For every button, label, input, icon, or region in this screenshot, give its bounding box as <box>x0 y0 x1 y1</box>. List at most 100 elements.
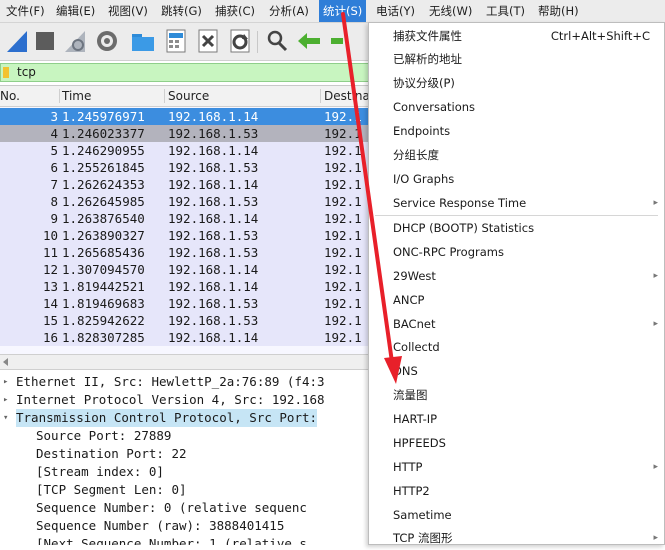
packet-list-header: No. Time Source Destina <box>0 86 372 107</box>
menu-item-tcp-stream-graphs[interactable]: TCP 流图形 ▸ <box>369 526 664 550</box>
scroll-left-icon[interactable] <box>1 356 11 368</box>
menu-view[interactable]: 视图(V) <box>104 0 152 22</box>
packet-source: 192.168.1.53 <box>168 245 259 260</box>
reload-icon[interactable] <box>227 28 253 54</box>
save-file-icon[interactable] <box>163 28 189 54</box>
packet-no: 8 <box>50 194 58 209</box>
column-header-no[interactable]: No. <box>0 86 20 106</box>
packet-row[interactable]: 5 1.246290955 192.168.1.14 192.1 <box>0 142 372 159</box>
menu-item-29west[interactable]: 29West ▸ <box>369 264 664 288</box>
bookmark-icon[interactable] <box>3 67 9 78</box>
menu-item-protocol-hierarchy[interactable]: 协议分级(P) <box>369 71 664 95</box>
packet-row[interactable]: 4 1.246023377 192.168.1.53 192.1 <box>0 125 372 142</box>
packet-time: 1.307094570 <box>62 262 145 277</box>
packet-source: 192.168.1.53 <box>168 126 259 141</box>
packet-time: 1.262645985 <box>62 194 145 209</box>
menu-wireless[interactable]: 无线(W) <box>425 0 476 22</box>
packet-row[interactable]: 12 1.307094570 192.168.1.14 192.1 <box>0 261 372 278</box>
column-header-destination[interactable]: Destina <box>324 86 370 106</box>
menu-item-dns[interactable]: DNS <box>369 359 664 383</box>
packet-destination: 192.1 <box>324 177 362 192</box>
packet-row[interactable]: 8 1.262645985 192.168.1.53 192.1 <box>0 193 372 210</box>
packet-no: 16 <box>42 330 58 345</box>
packet-row[interactable]: 13 1.819442521 192.168.1.14 192.1 <box>0 278 372 295</box>
packet-time: 1.262624353 <box>62 177 145 192</box>
packet-source: 192.168.1.14 <box>168 109 259 124</box>
menu-item-http2[interactable]: HTTP2 <box>369 479 664 503</box>
packet-time: 1.263876540 <box>62 211 145 226</box>
packet-row[interactable]: 7 1.262624353 192.168.1.14 192.1 <box>0 176 372 193</box>
packet-destination: 192.1 <box>324 211 362 226</box>
column-header-source[interactable]: Source <box>168 86 209 106</box>
column-header-time[interactable]: Time <box>62 86 91 106</box>
stop-icon[interactable] <box>32 28 58 54</box>
packet-source: 192.168.1.14 <box>168 143 259 158</box>
menu-item-packet-lengths[interactable]: 分组长度 <box>369 143 664 167</box>
menu-item-resolved-addresses[interactable]: 已解析的地址 <box>369 47 664 71</box>
menu-file[interactable]: 文件(F) <box>2 0 49 22</box>
menu-item-bacnet[interactable]: BACnet ▸ <box>369 312 664 336</box>
menu-item-capture-file-properties[interactable]: 捕获文件属性 Ctrl+Alt+Shift+C <box>369 24 664 48</box>
menu-item-sametime[interactable]: Sametime <box>369 503 664 527</box>
packet-time: 1.265685436 <box>62 245 145 260</box>
packet-no: 14 <box>42 296 58 311</box>
packet-source: 192.168.1.53 <box>168 160 259 175</box>
menu-bar: 文件(F) 编辑(E) 视图(V) 跳转(G) 捕获(C) 分析(A) 统计(S… <box>0 0 665 23</box>
menu-item-hart-ip[interactable]: HART-IP <box>369 407 664 431</box>
menu-item-ancp[interactable]: ANCP <box>369 288 664 312</box>
menu-item-http[interactable]: HTTP ▸ <box>369 455 664 479</box>
restart-icon[interactable] <box>62 28 88 54</box>
back-arrow-icon[interactable] <box>296 28 322 54</box>
menu-analyze[interactable]: 分析(A) <box>265 0 313 22</box>
packet-row[interactable]: 14 1.819469683 192.168.1.53 192.1 <box>0 295 372 312</box>
packet-row[interactable]: 11 1.265685436 192.168.1.53 192.1 <box>0 244 372 261</box>
menu-help[interactable]: 帮助(H) <box>534 0 583 22</box>
packet-row[interactable]: 10 1.263890327 192.168.1.53 192.1 <box>0 227 372 244</box>
packet-list: No. Time Source Destina 3 1.245976971 19… <box>0 86 372 354</box>
packet-source: 192.168.1.53 <box>168 194 259 209</box>
packet-row[interactable]: 16 1.828307285 192.168.1.14 192.1 <box>0 329 372 346</box>
horizontal-scrollbar[interactable] <box>0 354 372 370</box>
submenu-arrow-icon: ▸ <box>653 462 658 472</box>
menu-telephony[interactable]: 电话(Y) <box>372 0 419 22</box>
forward-arrow-icon[interactable] <box>329 28 343 54</box>
menu-edit[interactable]: 编辑(E) <box>52 0 99 22</box>
menu-item-hpfeeds[interactable]: HPFEEDS <box>369 431 664 455</box>
menu-statistics[interactable]: 统计(S) <box>319 0 367 22</box>
packet-row[interactable]: 15 1.825942622 192.168.1.53 192.1 <box>0 312 372 329</box>
menu-tools[interactable]: 工具(T) <box>482 0 529 22</box>
open-folder-icon[interactable] <box>130 28 156 54</box>
menu-item-dhcp-statistics[interactable]: DHCP (BOOTP) Statistics <box>369 216 664 240</box>
close-file-icon[interactable] <box>195 28 221 54</box>
menu-item-collectd[interactable]: Collectd <box>369 335 664 359</box>
collapse-arrow-icon[interactable]: ▾ <box>3 409 11 427</box>
menu-item-io-graphs[interactable]: I/O Graphs <box>369 167 664 191</box>
expand-arrow-icon[interactable]: ▸ <box>3 373 11 391</box>
packet-time: 1.263890327 <box>62 228 145 243</box>
menu-go[interactable]: 跳转(G) <box>157 0 206 22</box>
packet-row[interactable]: 9 1.263876540 192.168.1.14 192.1 <box>0 210 372 227</box>
expand-arrow-icon[interactable]: ▸ <box>3 391 11 409</box>
find-icon[interactable] <box>264 28 290 54</box>
options-gear-icon[interactable] <box>94 28 120 54</box>
packet-row-selected[interactable]: 3 1.245976971 192.168.1.14 192.1 <box>0 108 372 125</box>
menu-item-endpoints[interactable]: Endpoints <box>369 119 664 143</box>
submenu-arrow-icon: ▸ <box>653 319 658 329</box>
packet-source: 192.168.1.53 <box>168 228 259 243</box>
packet-no: 4 <box>50 126 58 141</box>
packet-destination: 192.1 <box>324 279 362 294</box>
menu-capture[interactable]: 捕获(C) <box>211 0 259 22</box>
packet-destination: 192.1 <box>324 194 362 209</box>
packet-row[interactable]: 6 1.255261845 192.168.1.53 192.1 <box>0 159 372 176</box>
packet-no: 5 <box>50 143 58 158</box>
packet-destination: 192.1 <box>324 160 362 175</box>
display-filter-input[interactable]: tcp <box>0 63 372 82</box>
submenu-arrow-icon: ▸ <box>653 533 658 543</box>
filter-text: tcp <box>17 65 36 79</box>
menu-item-conversations[interactable]: Conversations <box>369 95 664 119</box>
shark-fin-icon[interactable] <box>4 28 30 54</box>
menu-item-flow-graph[interactable]: 流量图 <box>369 383 664 407</box>
menu-item-service-response-time[interactable]: Service Response Time ▸ <box>369 191 664 215</box>
menu-item-onc-rpc-programs[interactable]: ONC-RPC Programs <box>369 240 664 264</box>
packet-time: 1.825942622 <box>62 313 145 328</box>
